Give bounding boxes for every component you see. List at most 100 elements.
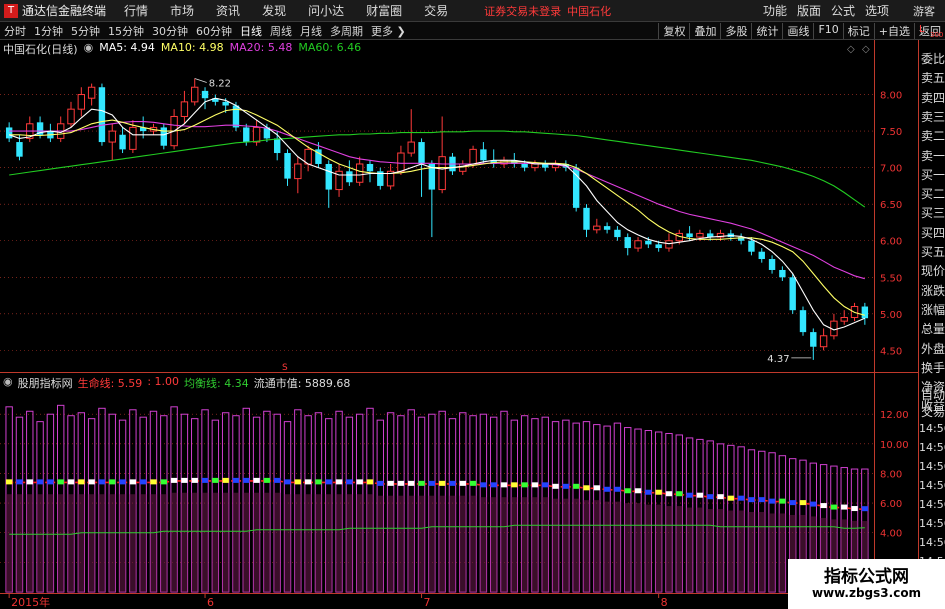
indicator-fill-bar (428, 495, 436, 592)
candle-body-up (593, 225, 601, 231)
candle-body-down (346, 171, 353, 183)
indicator-fill-bar (397, 495, 405, 592)
candle-body-down (799, 310, 807, 333)
ma-toggle-icon[interactable]: ◉ (84, 41, 94, 57)
indicator-fill-bar (88, 494, 95, 592)
indicator-fill-bar (325, 494, 332, 592)
lifeline-signal-marker (438, 480, 446, 486)
lifeline-signal-marker (810, 501, 817, 507)
lifeline-signal-marker (243, 477, 250, 483)
quote-label-12: 涨跌 (921, 283, 945, 298)
indicator-fill-bar (449, 495, 456, 592)
lifeline-signal-marker (480, 482, 487, 488)
lifeline-signal-marker (583, 485, 590, 491)
candle-body-down (748, 240, 755, 252)
lifeline-signal-marker (119, 479, 126, 485)
indicator-fill-bar (5, 494, 13, 592)
ma60-label: MA60: 6.46 (298, 41, 362, 54)
auto-label[interactable]: 自动 (921, 386, 945, 403)
trade-detail-label[interactable]: 交易 (921, 403, 945, 420)
indicator-fill-bar (531, 497, 539, 592)
watermark: 指标公式网 www.zbgs3.com (788, 559, 945, 609)
lifeline-signal-marker (181, 477, 188, 483)
balance-label: 均衡线: 4.34 (184, 377, 249, 390)
quote-label-1: 卖五 (921, 71, 945, 86)
lifeline-signal-marker (469, 480, 477, 486)
lifeline-signal-marker (748, 497, 755, 503)
lifeline-signal-marker (377, 480, 384, 486)
xaxis-divider (0, 593, 918, 594)
lifeline-signal-marker (665, 491, 673, 497)
candle-body-down (614, 229, 621, 238)
candle-body-up (438, 156, 446, 191)
lifeline-signal-marker (768, 498, 776, 504)
candle-body-down (789, 277, 796, 311)
indicator-fill-bar (366, 494, 374, 592)
lifeline-signal-marker (304, 479, 312, 485)
indicator-fill-bar (263, 492, 271, 592)
indicator-fill-bar (243, 492, 250, 592)
quote-label-3: 卖三 (921, 109, 945, 124)
low-price-label: 4.37 (767, 354, 789, 365)
indicator-toggle-icon[interactable]: ◉ (3, 375, 13, 391)
indicator-fill-bar (67, 494, 75, 592)
lifeline-signal-marker (511, 482, 518, 488)
candle-body-down (861, 306, 869, 319)
indicator-fill-bar (624, 503, 631, 592)
candle-body-down (325, 163, 332, 190)
indicator-tick-label: 4.00 (880, 529, 902, 540)
lifeline-signal-marker (572, 483, 580, 489)
indicator-fill-bar (304, 494, 312, 592)
lifeline-signal-marker (521, 482, 528, 488)
indicator-fill-bar (459, 495, 466, 592)
indicator-fill-bar (232, 492, 240, 592)
lifeline-signal-marker (88, 479, 95, 485)
lifeline-signal-marker (129, 479, 137, 485)
lifeline-signal-marker (789, 500, 796, 506)
lifeline-signal-marker (315, 479, 322, 485)
side-code: 300 (930, 31, 944, 39)
candle-body-down (274, 138, 281, 154)
lifeline-signal-marker (820, 503, 827, 509)
lifeline-signal-marker (57, 479, 64, 485)
candle-body-up (108, 130, 116, 143)
lifeline-signal-marker (531, 482, 539, 488)
indicator-tick-label: 12.00 (880, 410, 909, 421)
quote-label-13: 涨幅 (921, 302, 945, 317)
indicator-fill-bar (676, 506, 683, 592)
lifeline-signal-marker (274, 477, 281, 483)
indicator-fill-bar (294, 494, 302, 592)
candle-body-up (77, 94, 86, 110)
quote-label-15: 外盘 (921, 341, 945, 356)
high-marker-arrow (194, 78, 207, 83)
trade-time: 14:56 (919, 460, 945, 473)
quote-label-14: 总量 (921, 322, 945, 337)
quote-label-5: 卖一 (921, 148, 945, 163)
candle-body-down (521, 163, 528, 168)
indicator-tick-label: 10.00 (880, 440, 909, 451)
lifeline-signal-marker (799, 500, 807, 506)
lifeline-signal-marker (346, 479, 353, 485)
lifeline-signal-marker (408, 480, 415, 486)
ma10-line (9, 108, 865, 316)
lifeline-signal-marker (263, 477, 271, 483)
indicator-fill-bar (356, 494, 363, 592)
indicator-fill-bar (490, 497, 497, 592)
lifeline-signal-marker (36, 479, 44, 485)
candle-body-up (129, 126, 137, 150)
lifeline-signal-marker (16, 479, 23, 485)
indicator-fill-bar (614, 501, 621, 592)
kline-chart[interactable]: 8.00 7.50 7.00 6.50 6.00 5.50 5.00 4.50 8.22 4.37… (0, 0, 918, 609)
lifeline-signal-marker (500, 482, 508, 488)
lifeline-signal-marker (26, 479, 33, 485)
indicator-fill-bar (284, 494, 291, 592)
candle-body-down (119, 134, 126, 150)
candle-body-down (98, 87, 106, 143)
candle-body-up (665, 240, 673, 249)
indicator-fill-bar (686, 507, 693, 592)
lifeline-signal-marker (490, 482, 497, 488)
trade-time: 14:56 (919, 517, 945, 530)
indicator-fill-bar (47, 494, 54, 592)
candle-body-down (366, 163, 374, 172)
indicator-fill-bar (552, 498, 559, 592)
